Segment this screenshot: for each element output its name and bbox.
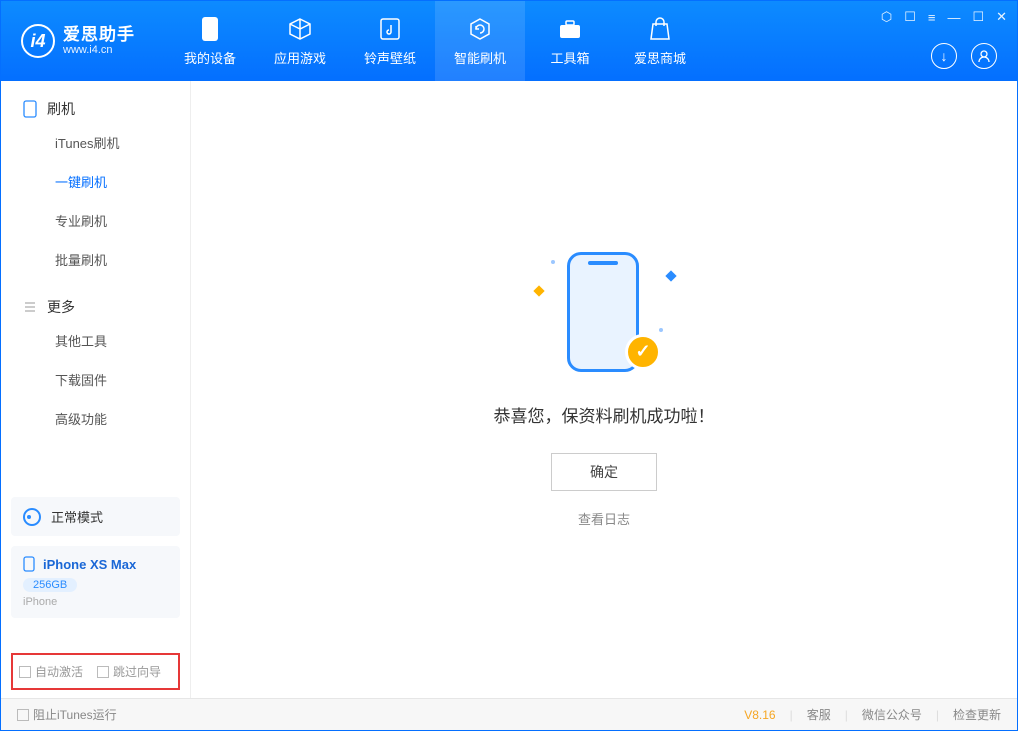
device-name: iPhone XS Max [43,557,136,572]
spark-icon [533,285,544,296]
header-right-icons: ↓ [931,43,997,69]
checkbox-skip-guide[interactable]: 跳过向导 [97,663,161,680]
sidebar-item-batch-flash[interactable]: 批量刷机 [1,240,190,279]
check-badge-icon: ✓ [625,334,661,370]
app-title: 爱思助手 [63,26,135,45]
spark-icon [665,270,676,281]
list-icon [23,300,37,314]
separator: | [845,708,848,722]
sidebar-group-label: 更多 [47,297,75,317]
success-message: 恭喜您，保资料刷机成功啦！ [494,402,715,427]
checkbox-label: 自动激活 [35,663,83,680]
logo-icon: i4 [21,24,55,58]
footer-bar: 阻止iTunes运行 V8.16 | 客服 | 微信公众号 | 检查更新 [1,698,1017,730]
device-small-icon [23,556,35,572]
nav-label: 爱思商城 [634,48,686,67]
nav-apps-games[interactable]: 应用游戏 [255,1,345,81]
checkbox-icon [17,709,29,721]
nav-label: 铃声壁纸 [364,48,416,67]
support-link[interactable]: 客服 [807,706,831,723]
sidebar: 刷机 iTunes刷机 一键刷机 专业刷机 批量刷机 更多 其他工具 下载固件 … [1,81,191,698]
nav-label: 工具箱 [550,48,589,67]
checkbox-icon [97,666,109,678]
sidebar-item-itunes-flash[interactable]: iTunes刷机 [1,123,190,162]
checkbox-label: 阻止iTunes运行 [33,706,117,723]
app-logo: i4 爱思助手 www.i4.cn [1,24,155,58]
sidebar-item-pro-flash[interactable]: 专业刷机 [1,201,190,240]
checkbox-auto-activate[interactable]: 自动激活 [19,663,83,680]
nav-ringtones[interactable]: 铃声壁纸 [345,1,435,81]
sidebar-item-download-firmware[interactable]: 下载固件 [1,360,190,399]
sidebar-group-label: 刷机 [47,99,75,119]
dot-icon [551,260,555,264]
user-icon[interactable] [971,43,997,69]
menu-icon[interactable]: ≡ [928,10,936,25]
toolbox-icon [557,16,583,42]
sidebar-item-other-tools[interactable]: 其他工具 [1,321,190,360]
nav-label: 智能刷机 [454,48,506,67]
feedback-icon[interactable]: ☐ [904,9,916,25]
ok-button[interactable]: 确定 [551,453,657,491]
nav-smart-flash[interactable]: 智能刷机 [435,1,525,81]
mode-icon [23,508,41,526]
nav-toolbox[interactable]: 工具箱 [525,1,615,81]
wechat-link[interactable]: 微信公众号 [862,706,922,723]
device-capacity: 256GB [23,578,77,592]
device-type: iPhone [23,596,168,608]
highlighted-options-box: 自动激活 跳过向导 [11,653,180,690]
view-log-link[interactable]: 查看日志 [578,509,630,528]
nav-label: 我的设备 [184,48,236,67]
music-file-icon [377,16,403,42]
sidebar-group-flash: 刷机 [1,81,190,123]
separator: | [936,708,939,722]
checkbox-block-itunes[interactable]: 阻止iTunes运行 [17,706,117,723]
download-icon[interactable]: ↓ [931,43,957,69]
checkbox-icon [19,666,31,678]
mode-label: 正常模式 [51,507,103,526]
sidebar-item-advanced[interactable]: 高级功能 [1,399,190,438]
phone-outline-icon [23,100,37,118]
minimize-button[interactable]: — [947,10,960,25]
nav-my-device[interactable]: 我的设备 [165,1,255,81]
separator: | [790,708,793,722]
maximize-button[interactable]: ☐ [972,9,984,25]
device-card[interactable]: iPhone XS Max 256GB iPhone [11,546,180,618]
checkbox-label: 跳过向导 [113,663,161,680]
header-bar: i4 爱思助手 www.i4.cn 我的设备 应用游戏 铃声壁纸 智能刷机 工具… [1,1,1017,81]
app-subtitle: www.i4.cn [63,44,135,56]
cube-icon [287,16,313,42]
main-nav: 我的设备 应用游戏 铃声壁纸 智能刷机 工具箱 爱思商城 [165,1,705,81]
main-content: ✓ 恭喜您，保资料刷机成功啦！ 确定 查看日志 [191,81,1017,698]
sidebar-item-oneclick-flash[interactable]: 一键刷机 [1,162,190,201]
nav-label: 应用游戏 [274,48,326,67]
window-controls: ⬡ ☐ ≡ — ☐ ✕ [881,9,1007,25]
success-illustration: ✓ [529,252,679,382]
close-button[interactable]: ✕ [996,9,1007,25]
device-icon [197,16,223,42]
tshirt-icon[interactable]: ⬡ [881,9,892,25]
check-update-link[interactable]: 检查更新 [953,706,1001,723]
dot-icon [659,328,663,332]
nav-store[interactable]: 爱思商城 [615,1,705,81]
mode-card[interactable]: 正常模式 [11,497,180,536]
sidebar-group-more: 更多 [1,279,190,321]
version-label: V8.16 [744,708,775,722]
refresh-hex-icon [467,16,493,42]
bag-icon [647,16,673,42]
